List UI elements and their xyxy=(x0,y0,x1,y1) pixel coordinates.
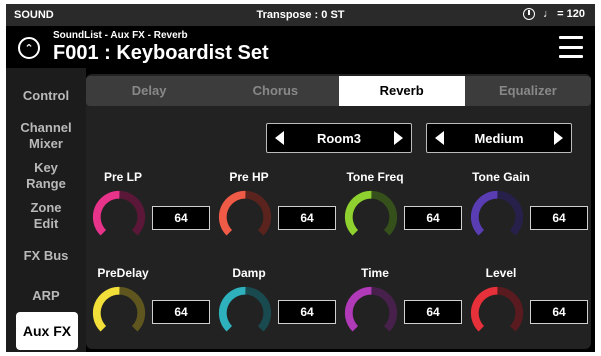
screen: SOUND Transpose : 0 ST ♩ = 120 ⌃ SoundLi… xyxy=(6,4,595,352)
status-bar: SOUND Transpose : 0 ST ♩ = 120 xyxy=(6,4,595,26)
chevron-up-icon[interactable]: ⌃ xyxy=(18,37,40,59)
reverb-size-selector: Medium xyxy=(426,123,572,153)
value-damp[interactable]: 64 xyxy=(278,300,336,324)
arrow-right-icon[interactable] xyxy=(554,131,563,145)
value-time[interactable]: 64 xyxy=(404,300,462,324)
knob-level[interactable] xyxy=(468,284,526,342)
reverb-size-value: Medium xyxy=(474,130,524,146)
metronome-icon[interactable] xyxy=(523,8,536,20)
header: ⌃ SoundList - Aux FX - Reverb F001 : Key… xyxy=(6,26,595,68)
tab-delay[interactable]: Delay xyxy=(86,76,212,106)
arrow-left-icon[interactable] xyxy=(275,131,284,145)
knob-tone-freq[interactable] xyxy=(342,188,400,246)
param-label-tone-freq: Tone Freq xyxy=(346,170,404,184)
value-tone-freq[interactable]: 64 xyxy=(404,206,462,230)
knob-tone-gain[interactable] xyxy=(468,188,526,246)
value-level[interactable]: 64 xyxy=(530,300,588,324)
sidebar-item-zone-edit[interactable]: Zone Edit xyxy=(6,200,86,232)
param-label-predelay: PreDelay xyxy=(97,266,149,280)
param-label-time: Time xyxy=(361,266,389,280)
value-predelay[interactable]: 64 xyxy=(152,300,210,324)
knob-pre-lp[interactable] xyxy=(90,188,148,246)
reverb-type-selector: Room3 xyxy=(266,123,412,153)
sidebar-item-fx-bus[interactable]: FX Bus xyxy=(6,248,86,264)
knob-damp[interactable] xyxy=(216,284,274,342)
tempo-area[interactable]: ♩ = 120 xyxy=(523,8,585,20)
sidebar: Control Channel Mixer Key Range Zone Edi… xyxy=(6,68,86,352)
param-label-level: Level xyxy=(485,266,517,280)
value-pre-hp[interactable]: 64 xyxy=(278,206,336,230)
knob-predelay[interactable] xyxy=(90,284,148,342)
tab-chorus[interactable]: Chorus xyxy=(212,76,338,106)
sidebar-item-aux-fx[interactable]: Aux FX xyxy=(16,312,78,350)
param-label-pre-lp: Pre LP xyxy=(103,170,142,184)
knob-pre-hp[interactable] xyxy=(216,188,274,246)
param-label-pre-hp: Pre HP xyxy=(229,170,269,184)
reverb-type-value: Room3 xyxy=(316,130,362,146)
arrow-left-icon[interactable] xyxy=(435,131,444,145)
value-tone-gain[interactable]: 64 xyxy=(530,206,588,230)
sidebar-item-channel-mixer[interactable]: Channel Mixer xyxy=(6,120,86,152)
arrow-right-icon[interactable] xyxy=(394,131,403,145)
sidebar-item-arp[interactable]: ARP xyxy=(6,288,86,304)
tempo-display: ♩ = 120 xyxy=(543,8,585,20)
value-pre-lp[interactable]: 64 xyxy=(152,206,210,230)
param-label-damp: Damp xyxy=(232,266,266,280)
param-label-tone-gain: Tone Gain xyxy=(472,170,530,184)
knob-time[interactable] xyxy=(342,284,400,342)
breadcrumb: SoundList - Aux FX - Reverb xyxy=(53,30,188,41)
sidebar-item-control[interactable]: Control xyxy=(6,88,86,104)
fx-panel: Delay Chorus Reverb Equalizer Room3 Medi… xyxy=(86,74,591,349)
fx-tabs: Delay Chorus Reverb Equalizer xyxy=(86,76,591,106)
transpose-display[interactable]: Transpose : 0 ST xyxy=(6,9,595,21)
page-title: F001 : Keyboardist Set xyxy=(53,42,269,64)
tab-equalizer[interactable]: Equalizer xyxy=(465,76,591,106)
menu-icon[interactable] xyxy=(559,36,583,58)
sidebar-item-key-range[interactable]: Key Range xyxy=(6,160,86,192)
tab-reverb[interactable]: Reverb xyxy=(338,76,465,106)
